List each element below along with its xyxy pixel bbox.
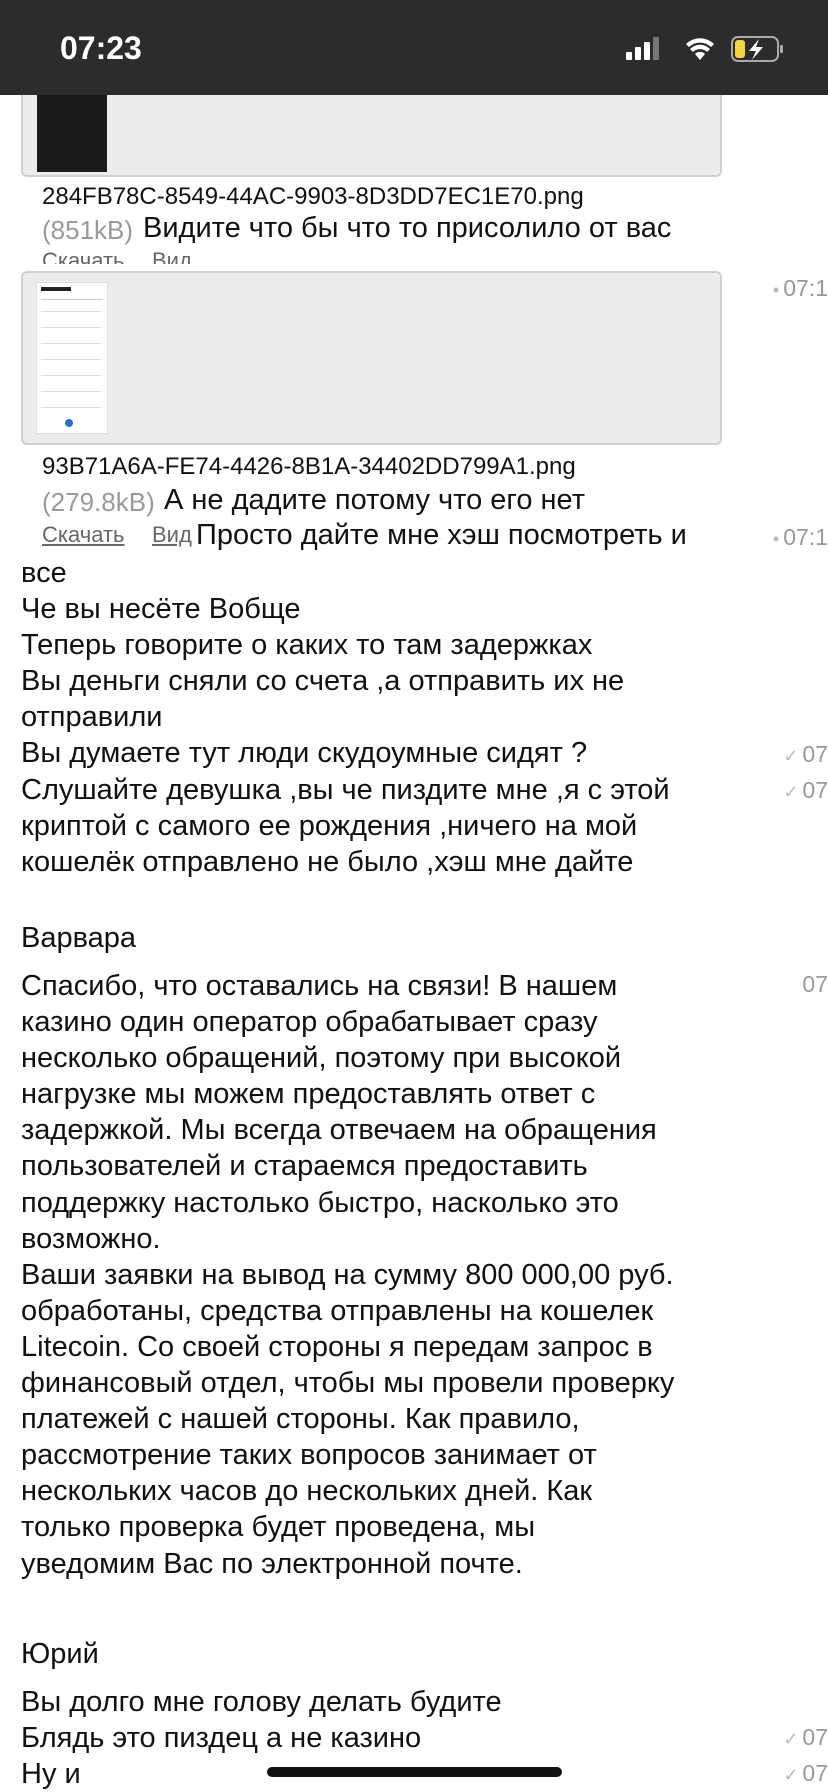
- attachment-thumbnail[interactable]: [37, 283, 107, 433]
- attachment-size: (279.8kB): [42, 487, 155, 517]
- message-text: отправили: [21, 701, 163, 734]
- message-timestamp: ✓ 07: [783, 777, 828, 803]
- message-text: уведомим Вас по электронной почте.: [21, 1547, 523, 1580]
- message-text: платежей с нашей стороны. Как правило,: [21, 1403, 580, 1436]
- attachment-preview-1[interactable]: [21, 95, 722, 177]
- message-text: Просто дайте мне хэш посмотреть и: [196, 519, 687, 551]
- view-link[interactable]: Вид: [152, 250, 192, 264]
- sender-name: Варвара: [21, 922, 137, 954]
- message-text: несколько обращений, поэтому при высокой: [21, 1042, 622, 1075]
- sent-dot-icon: •: [772, 529, 780, 549]
- message-text: кошелёк отправлено не было ,хэш мне дайт…: [21, 845, 634, 878]
- download-link[interactable]: Скачать: [42, 250, 125, 264]
- message-text: Блядь это пиздец а не казино: [21, 1722, 422, 1755]
- sent-dot-icon: •: [772, 280, 780, 300]
- read-check-icon: ✓: [783, 746, 799, 766]
- signal-icon: [626, 37, 659, 60]
- message-text: Litecoin. Со своей стороны я передам зап…: [21, 1330, 653, 1363]
- message-text: криптой с самого ее рождения ,ничего на …: [21, 809, 638, 842]
- message-timestamp: • 07:1: [772, 275, 828, 301]
- message-text: возможно.: [21, 1222, 161, 1255]
- chat-content[interactable]: 284FB78C-8549-44AC-9903-8D3DD7EC1E70.png…: [0, 95, 828, 1792]
- message-text: только проверка будет проведена, мы: [21, 1511, 536, 1544]
- message-text: пользователей и стараемся предоставить: [21, 1150, 588, 1183]
- message-text: все: [21, 557, 67, 589]
- message-text: Видите что бы что то присолило от вас: [143, 212, 672, 244]
- download-link[interactable]: Скачать: [42, 522, 125, 548]
- message-text: Вы долго мне голову делать будите: [21, 1686, 502, 1718]
- status-icons: [626, 36, 783, 62]
- message-timestamp: ✓ 07: [783, 741, 828, 767]
- message-text: обработаны, средства отправлены на кошел…: [21, 1294, 654, 1327]
- message-timestamp: • 07:1: [772, 524, 828, 550]
- thumbnail-preview-icon: [41, 287, 103, 427]
- sender-name: Юрий: [21, 1638, 99, 1670]
- message-text: А не дадите потому что его нет: [164, 484, 585, 516]
- operator-message: Спасибо, что оставались на связи! В наше…: [21, 968, 674, 1582]
- attachment-filename: 93B71A6A-FE74-4426-8B1A-34402DD799A1.png: [42, 453, 576, 480]
- home-indicator[interactable]: [267, 1767, 562, 1777]
- message-text: Вы деньги сняли со счета ,а отправить их…: [21, 665, 625, 698]
- attachment-filename: 284FB78C-8549-44AC-9903-8D3DD7EC1E70.png: [42, 183, 584, 210]
- message-text: Вы думаете тут люди скудоумные сидят ?: [21, 737, 588, 770]
- read-check-icon: ✓: [783, 1765, 799, 1785]
- message-text: Спасибо, что оставались на связи! В наше…: [21, 970, 618, 1002]
- message-text: Ваши заявки на вывод на сумму 800 000,00…: [21, 1258, 674, 1291]
- attachment-thumbnail[interactable]: [37, 95, 107, 172]
- user-messages: все Че вы несёте Вобще Теперь говорите о…: [21, 555, 670, 880]
- message-timestamp: ✓ 07: [783, 1760, 828, 1786]
- message-text: задержкой. Мы всегда отвечаем на обращен…: [21, 1114, 657, 1147]
- message-text: нагрузке мы можем предоставлять ответ с: [21, 1078, 596, 1111]
- message-text: Че вы несёте Вобще: [21, 593, 301, 626]
- wifi-icon: [686, 38, 714, 60]
- read-check-icon: ✓: [783, 782, 799, 802]
- attachment-links-clipped: Скачать Вид: [0, 250, 828, 264]
- message-text: казино один оператор обрабатывает сразу: [21, 1006, 598, 1039]
- view-link[interactable]: Вид: [152, 522, 192, 548]
- message-timestamp: ✓ 07: [783, 1724, 828, 1750]
- message-text: финансовый отдел, чтобы мы провели прове…: [21, 1367, 675, 1400]
- message-timestamp: 07: [802, 971, 828, 997]
- attachment-preview-2[interactable]: [21, 271, 722, 445]
- battery-charging-icon: [731, 36, 783, 62]
- message-text: Слушайте девушка ,вы че пиздите мне ,я с…: [21, 773, 670, 806]
- status-time: 07:23: [60, 30, 142, 66]
- attachment-size: (851kB): [42, 215, 134, 245]
- message-text: поддержку настолько быстро, насколько эт…: [21, 1186, 619, 1219]
- message-text: рассмотрение таких вопросов занимает от: [21, 1439, 597, 1472]
- read-check-icon: ✓: [783, 1729, 799, 1749]
- message-text: Теперь говорите о каких то там задержках: [21, 629, 593, 662]
- status-bar: 07:23: [0, 0, 828, 95]
- message-text: нескольких часов до нескольких дней. Как: [21, 1475, 593, 1508]
